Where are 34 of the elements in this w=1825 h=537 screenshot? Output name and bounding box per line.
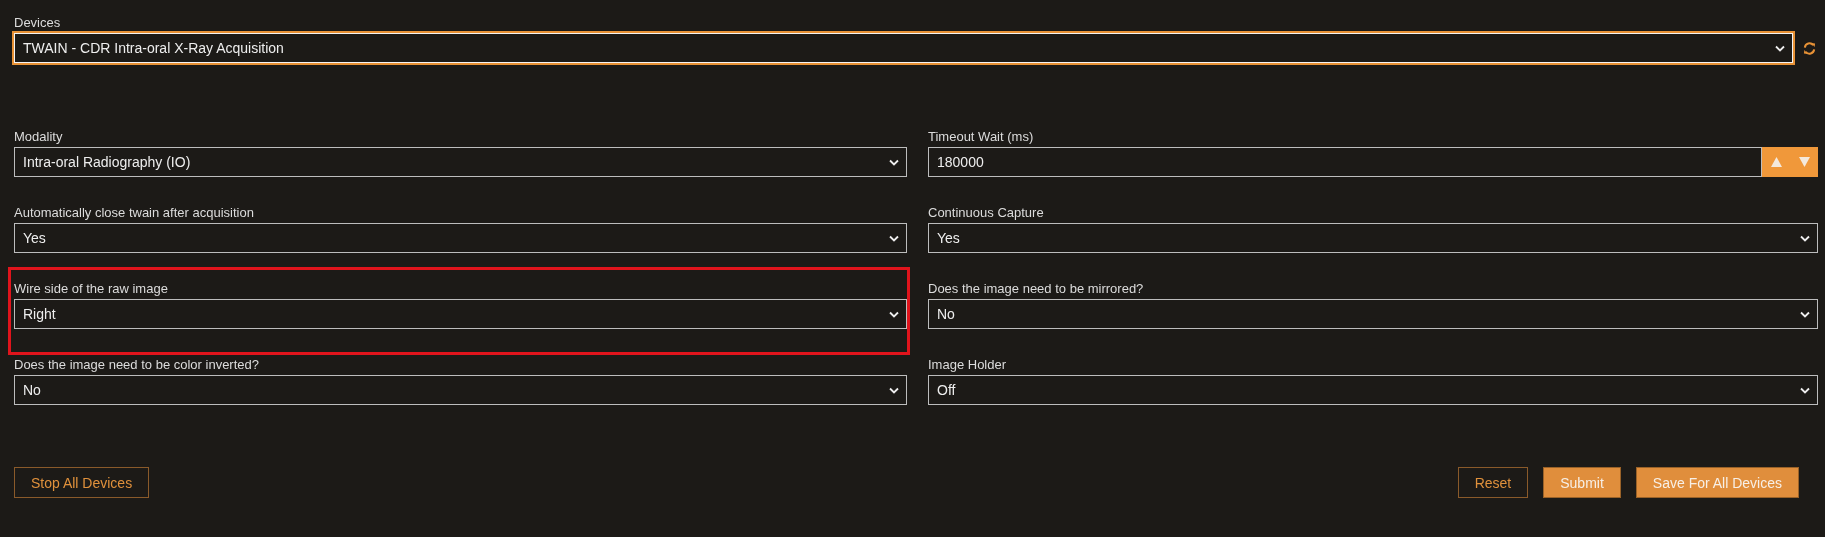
field-label: Timeout Wait (ms) <box>928 128 1035 145</box>
chevron-down-icon <box>889 386 899 394</box>
field-label: Does the image need to be mirrored? <box>928 280 1145 297</box>
select-field[interactable]: Off <box>928 375 1818 405</box>
chevron-down-icon <box>1800 310 1810 318</box>
triangle-down-icon <box>1798 157 1810 167</box>
select-field[interactable]: No <box>14 375 907 405</box>
decrement-button[interactable] <box>1790 147 1818 177</box>
field-label: Image Holder <box>928 356 1008 373</box>
chevron-down-icon <box>889 310 899 318</box>
chevron-down-icon <box>1775 44 1785 52</box>
field-label: Wire side of the raw image <box>14 280 169 297</box>
select-field[interactable]: Yes <box>928 223 1818 253</box>
field-label: Modality <box>14 128 64 145</box>
select-field[interactable]: Intra-oral Radiography (IO) <box>14 147 907 177</box>
action-button[interactable]: Stop All Devices <box>14 467 150 498</box>
number-field[interactable]: 180000 <box>928 147 1762 177</box>
refresh-icon <box>1803 41 1816 55</box>
chevron-down-icon <box>1800 386 1810 394</box>
field-label: Devices <box>14 14 62 31</box>
field-label: Automatically close twain after acquisition <box>14 204 255 221</box>
increment-button[interactable] <box>1762 147 1790 177</box>
field-label: Does the image need to be color inverted? <box>14 356 260 373</box>
chevron-down-icon <box>889 158 899 166</box>
action-button[interactable]: Reset <box>1457 467 1529 498</box>
select-field[interactable]: Right <box>14 299 907 329</box>
refresh-button[interactable] <box>1801 39 1818 57</box>
select-field[interactable]: TWAIN - CDR Intra-oral X-Ray Acquisition <box>14 33 1793 63</box>
field-label: Continuous Capture <box>928 204 1045 221</box>
select-field[interactable]: Yes <box>14 223 907 253</box>
chevron-down-icon <box>1800 234 1810 242</box>
triangle-up-icon <box>1770 157 1782 167</box>
select-field[interactable]: No <box>928 299 1818 329</box>
chevron-down-icon <box>889 234 899 242</box>
